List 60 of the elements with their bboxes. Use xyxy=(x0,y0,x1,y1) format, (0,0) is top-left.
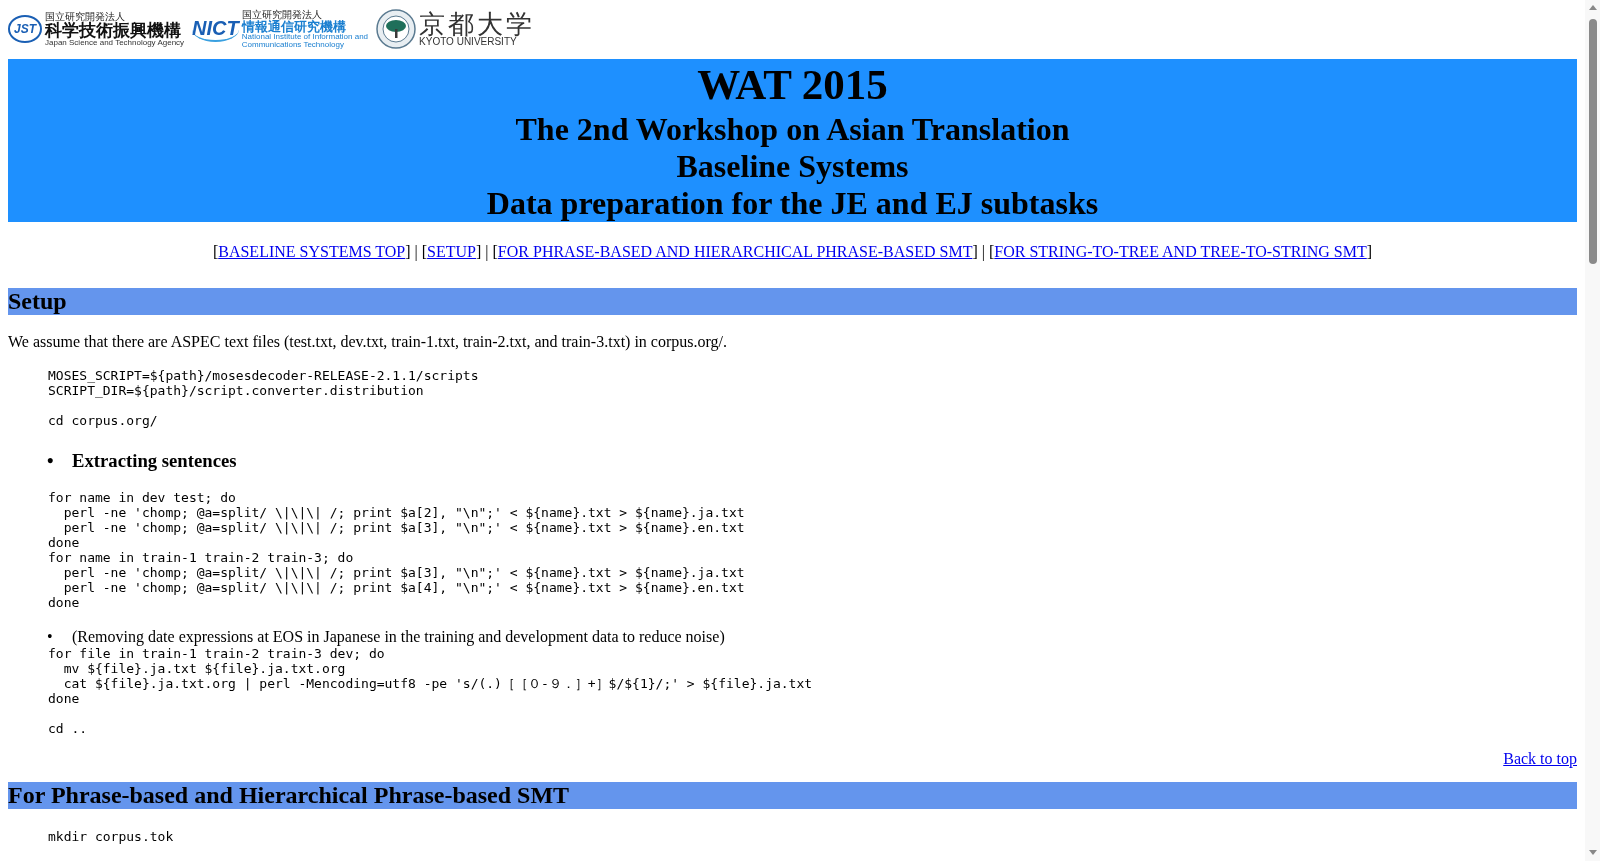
code-line: for name in dev test; do xyxy=(48,490,237,505)
code-line: done xyxy=(48,595,81,610)
bracket: [ xyxy=(492,243,498,260)
paragraph: We assume that there are ASPEC text files (test.txt, dev.txt, train-1.txt, train-2.txt, and train-3.txt) in corpus.org/. xyxy=(8,333,728,351)
section-heading: For Phrase-based and Hierarchical Phrase-based SMT xyxy=(8,782,1577,809)
bullet: • xyxy=(47,628,54,646)
separator: | xyxy=(414,243,418,260)
separator: | xyxy=(485,243,489,260)
nav-link[interactable]: SETUP xyxy=(427,243,476,260)
code-line: done xyxy=(48,691,81,706)
logo-mark: NICT xyxy=(192,16,239,42)
code-line: perl -ne 'chomp; @a=split/ \|\|\| /; print $a[4], "\n";' < ${name}.txt > ${name}.en.txt xyxy=(62,580,746,595)
separator: | xyxy=(981,243,985,260)
code-line: perl -ne 'chomp; @a=split/ \|\|\| /; print $a[3], "\n";' < ${name}.txt > ${name}.en.txt xyxy=(62,520,746,535)
code-line: mkdir corpus.tok xyxy=(48,829,175,844)
scrollbar[interactable] xyxy=(1585,0,1600,861)
scroll-down-icon[interactable] xyxy=(1588,850,1597,855)
organization-english-name: Japan Science and Technology Agency xyxy=(45,38,185,47)
page-subtitle: Data preparation for the JE and EJ subtasks xyxy=(485,185,1100,222)
organization-english-name: National Institute of Information and xyxy=(241,32,369,41)
scroll-thumb[interactable] xyxy=(1588,19,1597,264)
code-line: cd corpus.org/ xyxy=(48,413,159,428)
bracket: ] xyxy=(476,243,482,260)
code-line: SCRIPT_DIR=${path}/script.converter.distribution xyxy=(48,383,425,398)
nav-link[interactable]: FOR PHRASE-BASED AND HIERARCHICAL PHRASE-BASED SMT xyxy=(497,243,973,260)
organization-english-name: Communications Technology xyxy=(241,40,345,49)
bracket: ] xyxy=(972,243,978,260)
nav-link[interactable]: BASELINE SYSTEMS TOP xyxy=(218,243,406,260)
organization-english-name: KYOTO UNIVERSITY xyxy=(419,37,517,47)
scroll-up-icon[interactable] xyxy=(1588,5,1597,10)
bracket: [ xyxy=(421,243,428,260)
bracket: ] xyxy=(405,243,411,260)
section-heading: Setup xyxy=(8,288,1577,315)
code-line: for file in train-1 train-2 train-3 dev; do xyxy=(48,646,386,661)
list-item-text: (Removing date expressions at EOS in Japanese in the training and development data to reduce noise) xyxy=(72,628,725,646)
code-line: done xyxy=(48,535,81,550)
bullet: • xyxy=(47,450,55,472)
page-title: WAT 2015 xyxy=(696,60,889,110)
code-line: cd .. xyxy=(48,721,89,736)
page-subtitle: Baseline Systems xyxy=(675,148,910,185)
code-line: MOSES_SCRIPT=${path}/mosesdecoder-RELEASE-2.1.1/scripts xyxy=(48,368,480,383)
code-line: cat ${file}.ja.txt.org | perl -Mencoding=utf8 -pe 's/(.)［［０-９．］+］$/${1}/;' > ${file}.ja.txt xyxy=(62,676,814,691)
bracket: [ xyxy=(212,243,219,260)
subheading: Extracting sentences xyxy=(72,450,237,472)
organization-type: 国立研究開発法人 xyxy=(45,11,126,22)
organization-name: 情報通信研究機構 xyxy=(241,19,347,33)
logo-mark: JST xyxy=(8,15,42,43)
organization-type: 国立研究開発法人 xyxy=(241,9,323,20)
back-to-top-link[interactable]: Back to top xyxy=(1503,750,1577,767)
code-line: perl -ne 'chomp; @a=split/ \|\|\| /; print $a[2], "\n";' < ${name}.txt > ${name}.ja.txt xyxy=(62,505,746,520)
code-line: perl -ne 'chomp; @a=split/ \|\|\| /; print $a[3], "\n";' < ${name}.txt > ${name}.ja.txt xyxy=(62,565,746,580)
code-line: mv ${file}.ja.txt ${file}.ja.txt.org xyxy=(62,661,347,676)
page-subtitle: The 2nd Workshop on Asian Translation xyxy=(514,111,1071,148)
organization-name: 京都大学 xyxy=(419,11,536,37)
bracket: [ xyxy=(989,243,995,260)
code-line: for name in train-1 train-2 train-3; do xyxy=(48,550,355,565)
nav-link[interactable]: FOR STRING-TO-TREE AND TREE-TO-STRING SMT xyxy=(994,243,1367,260)
seal-icon xyxy=(376,9,417,49)
organization-name: 科学技術振興機構 xyxy=(45,21,182,39)
bracket: ] xyxy=(1366,243,1373,260)
